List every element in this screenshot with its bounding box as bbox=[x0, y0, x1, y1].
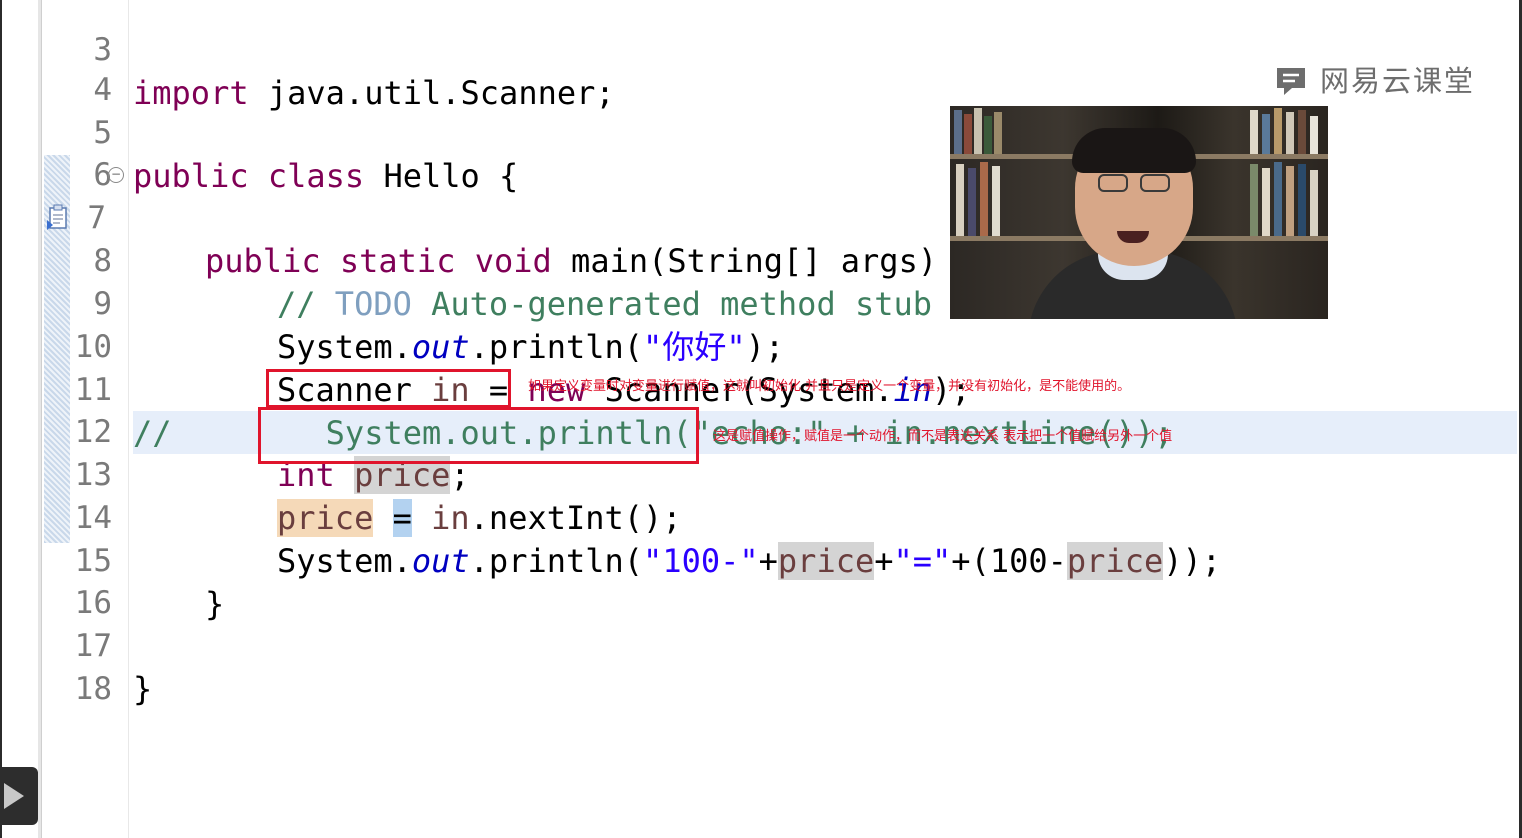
code-text: + bbox=[758, 542, 778, 580]
lecturer-video[interactable] bbox=[950, 106, 1328, 319]
line-code: price = in.nextInt(); bbox=[277, 497, 682, 540]
brand-name: 网易云课堂 bbox=[1320, 64, 1476, 98]
lecturer-hair bbox=[1072, 128, 1196, 173]
line-code: System.out.println("你好"); bbox=[277, 326, 784, 369]
task-marker-icon[interactable] bbox=[46, 204, 68, 230]
book bbox=[1310, 170, 1318, 236]
keyword: public bbox=[205, 242, 321, 280]
book bbox=[1262, 114, 1270, 154]
code-line: 14 System.out.println("100-"+price+"="+(… bbox=[0, 454, 1221, 580]
book bbox=[1286, 166, 1294, 236]
code-text: .println( bbox=[469, 328, 644, 366]
collapse-icon[interactable]: − bbox=[108, 167, 124, 183]
play-icon bbox=[4, 783, 24, 809]
line-code: public class Hello { bbox=[133, 155, 518, 198]
book bbox=[974, 108, 982, 154]
line-code: import java.util.Scanner; bbox=[133, 72, 615, 115]
code-text: System. bbox=[277, 328, 412, 366]
book bbox=[956, 164, 964, 236]
code-text: .nextInt(); bbox=[469, 499, 682, 537]
book bbox=[1286, 112, 1294, 154]
string-literal: "你好" bbox=[643, 328, 746, 366]
book bbox=[1298, 110, 1306, 154]
play-button[interactable] bbox=[0, 767, 38, 825]
variable-occurrence: price bbox=[777, 542, 875, 580]
book bbox=[980, 162, 988, 236]
code-text: .println( bbox=[469, 542, 644, 580]
chat-bubble-logo-icon bbox=[1277, 68, 1305, 95]
string-literal: "=" bbox=[893, 542, 952, 580]
static-field: out bbox=[411, 542, 470, 580]
code-line: 18 bbox=[0, 625, 112, 707]
glasses-lens bbox=[1098, 174, 1128, 192]
code-line: 9 System.out.println("你好"); bbox=[0, 240, 784, 366]
comment-text: // bbox=[277, 285, 335, 323]
code-text: ); bbox=[745, 328, 785, 366]
line-code: } bbox=[133, 670, 153, 708]
variable-write-occurrence: price bbox=[277, 499, 374, 537]
book bbox=[1250, 110, 1258, 154]
code-text: Hello { bbox=[364, 157, 519, 195]
book bbox=[992, 166, 1000, 236]
string-literal: "100-" bbox=[643, 542, 759, 580]
comment-text: Auto-generated method stub bbox=[411, 285, 933, 323]
keyword: public bbox=[133, 157, 249, 195]
book bbox=[1298, 164, 1306, 236]
keyword: static bbox=[339, 242, 456, 280]
code-line: 4 bbox=[0, 26, 112, 108]
code-line: 10 Scanner in = new Scanner(System.in); bbox=[0, 283, 971, 409]
code-line: 11 // System.out.println("echo:" + in.ne… bbox=[0, 326, 1174, 452]
book bbox=[1250, 164, 1258, 236]
book bbox=[1262, 168, 1270, 236]
code-line: 5 public class Hello { bbox=[0, 69, 518, 195]
book bbox=[984, 116, 992, 154]
code-line: 13 price = in.nextInt(); bbox=[0, 411, 682, 537]
code-line: 17 } bbox=[0, 582, 153, 708]
local-variable: in bbox=[431, 499, 470, 537]
book bbox=[994, 112, 1002, 154]
book bbox=[1310, 116, 1318, 154]
code-line: 16 bbox=[0, 539, 112, 621]
annotation-note-assignment: 这是赋值操作，赋值是一个动作，而不是表达关系 表示把一个值赋给另外一个值 bbox=[713, 429, 1173, 444]
keyword: class bbox=[267, 157, 365, 195]
code-text: System. bbox=[277, 542, 412, 580]
cursor-selection: = bbox=[392, 499, 412, 537]
static-field: out bbox=[411, 328, 470, 366]
book bbox=[954, 110, 962, 154]
keyword: import bbox=[133, 74, 249, 112]
code-line: 15 } bbox=[0, 497, 225, 623]
brand-watermark: 网易云课堂 bbox=[1274, 62, 1484, 100]
code-text: java.util.Scanner; bbox=[248, 74, 615, 112]
line-code: System.out.println("100-"+price+"="+(100… bbox=[277, 540, 1221, 583]
variable-occurrence: price bbox=[1066, 542, 1164, 580]
code-line: 12 int price; bbox=[0, 368, 470, 494]
glasses-lens bbox=[1140, 174, 1170, 192]
line-number: 18 bbox=[74, 671, 112, 707]
line-code: public static void main(String[] args) { bbox=[205, 240, 976, 283]
book bbox=[964, 114, 972, 154]
line-code: } bbox=[205, 585, 225, 623]
code-text: +(100- bbox=[951, 542, 1067, 580]
annotation-box-assignment bbox=[258, 407, 699, 464]
code-line: 6 bbox=[0, 111, 112, 193]
code-text: + bbox=[874, 542, 894, 580]
comment-todo: // TODO Auto-generated method stub bbox=[277, 283, 932, 326]
code-text: )); bbox=[1163, 542, 1222, 580]
book bbox=[1274, 162, 1282, 236]
annotation-note-initialization: 如果定义变量时对变量进行赋值，这就叫初始化 并且只是定义一个变量，并没有初始化，… bbox=[528, 379, 1131, 394]
code-line: 7 public static void main(String[] args)… bbox=[0, 154, 975, 280]
book bbox=[1274, 108, 1282, 154]
code-text: main(String[] args) { bbox=[551, 242, 976, 280]
annotation-box-declaration bbox=[266, 369, 511, 408]
todo-tag: TODO bbox=[334, 285, 412, 323]
keyword: void bbox=[474, 242, 552, 280]
book bbox=[968, 168, 976, 236]
code-line: 3 import java.util.Scanner; bbox=[0, 0, 614, 112]
